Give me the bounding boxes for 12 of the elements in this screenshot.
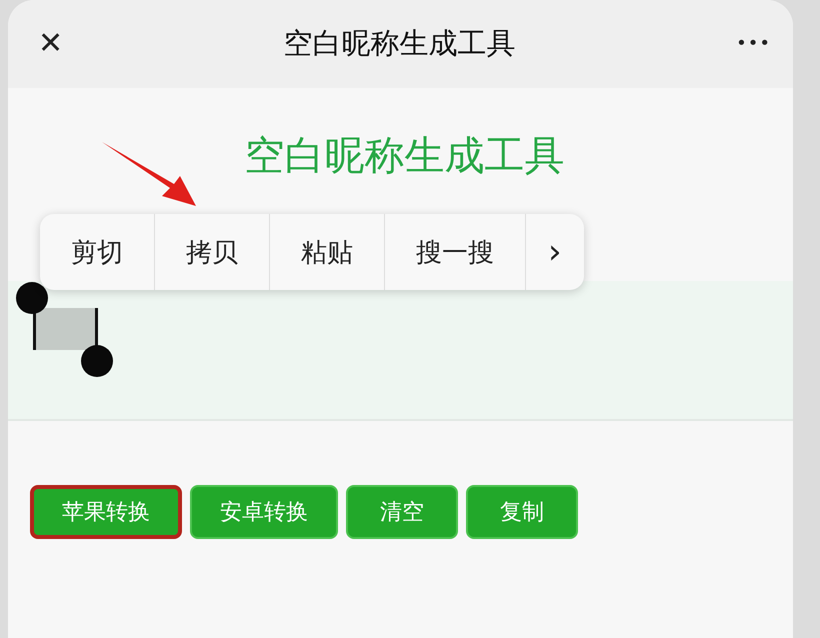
menu-item[interactable]: 搜一搜 bbox=[385, 214, 526, 290]
menu-item[interactable]: › bbox=[526, 214, 584, 290]
menu-item[interactable]: 剪切 bbox=[40, 214, 155, 290]
more-button[interactable]: ••• bbox=[736, 35, 771, 53]
selection-handle[interactable] bbox=[81, 345, 113, 377]
close-button[interactable]: ✕ bbox=[38, 29, 64, 59]
menu-item[interactable]: 拷贝 bbox=[155, 214, 270, 290]
selection-handle[interactable] bbox=[16, 282, 48, 314]
menu-item[interactable]: 粘贴 bbox=[270, 214, 385, 290]
page-heading: 空白昵称生成工具 bbox=[244, 132, 564, 181]
text-selection bbox=[33, 308, 98, 350]
window-title: 空白昵称生成工具 bbox=[284, 25, 516, 62]
